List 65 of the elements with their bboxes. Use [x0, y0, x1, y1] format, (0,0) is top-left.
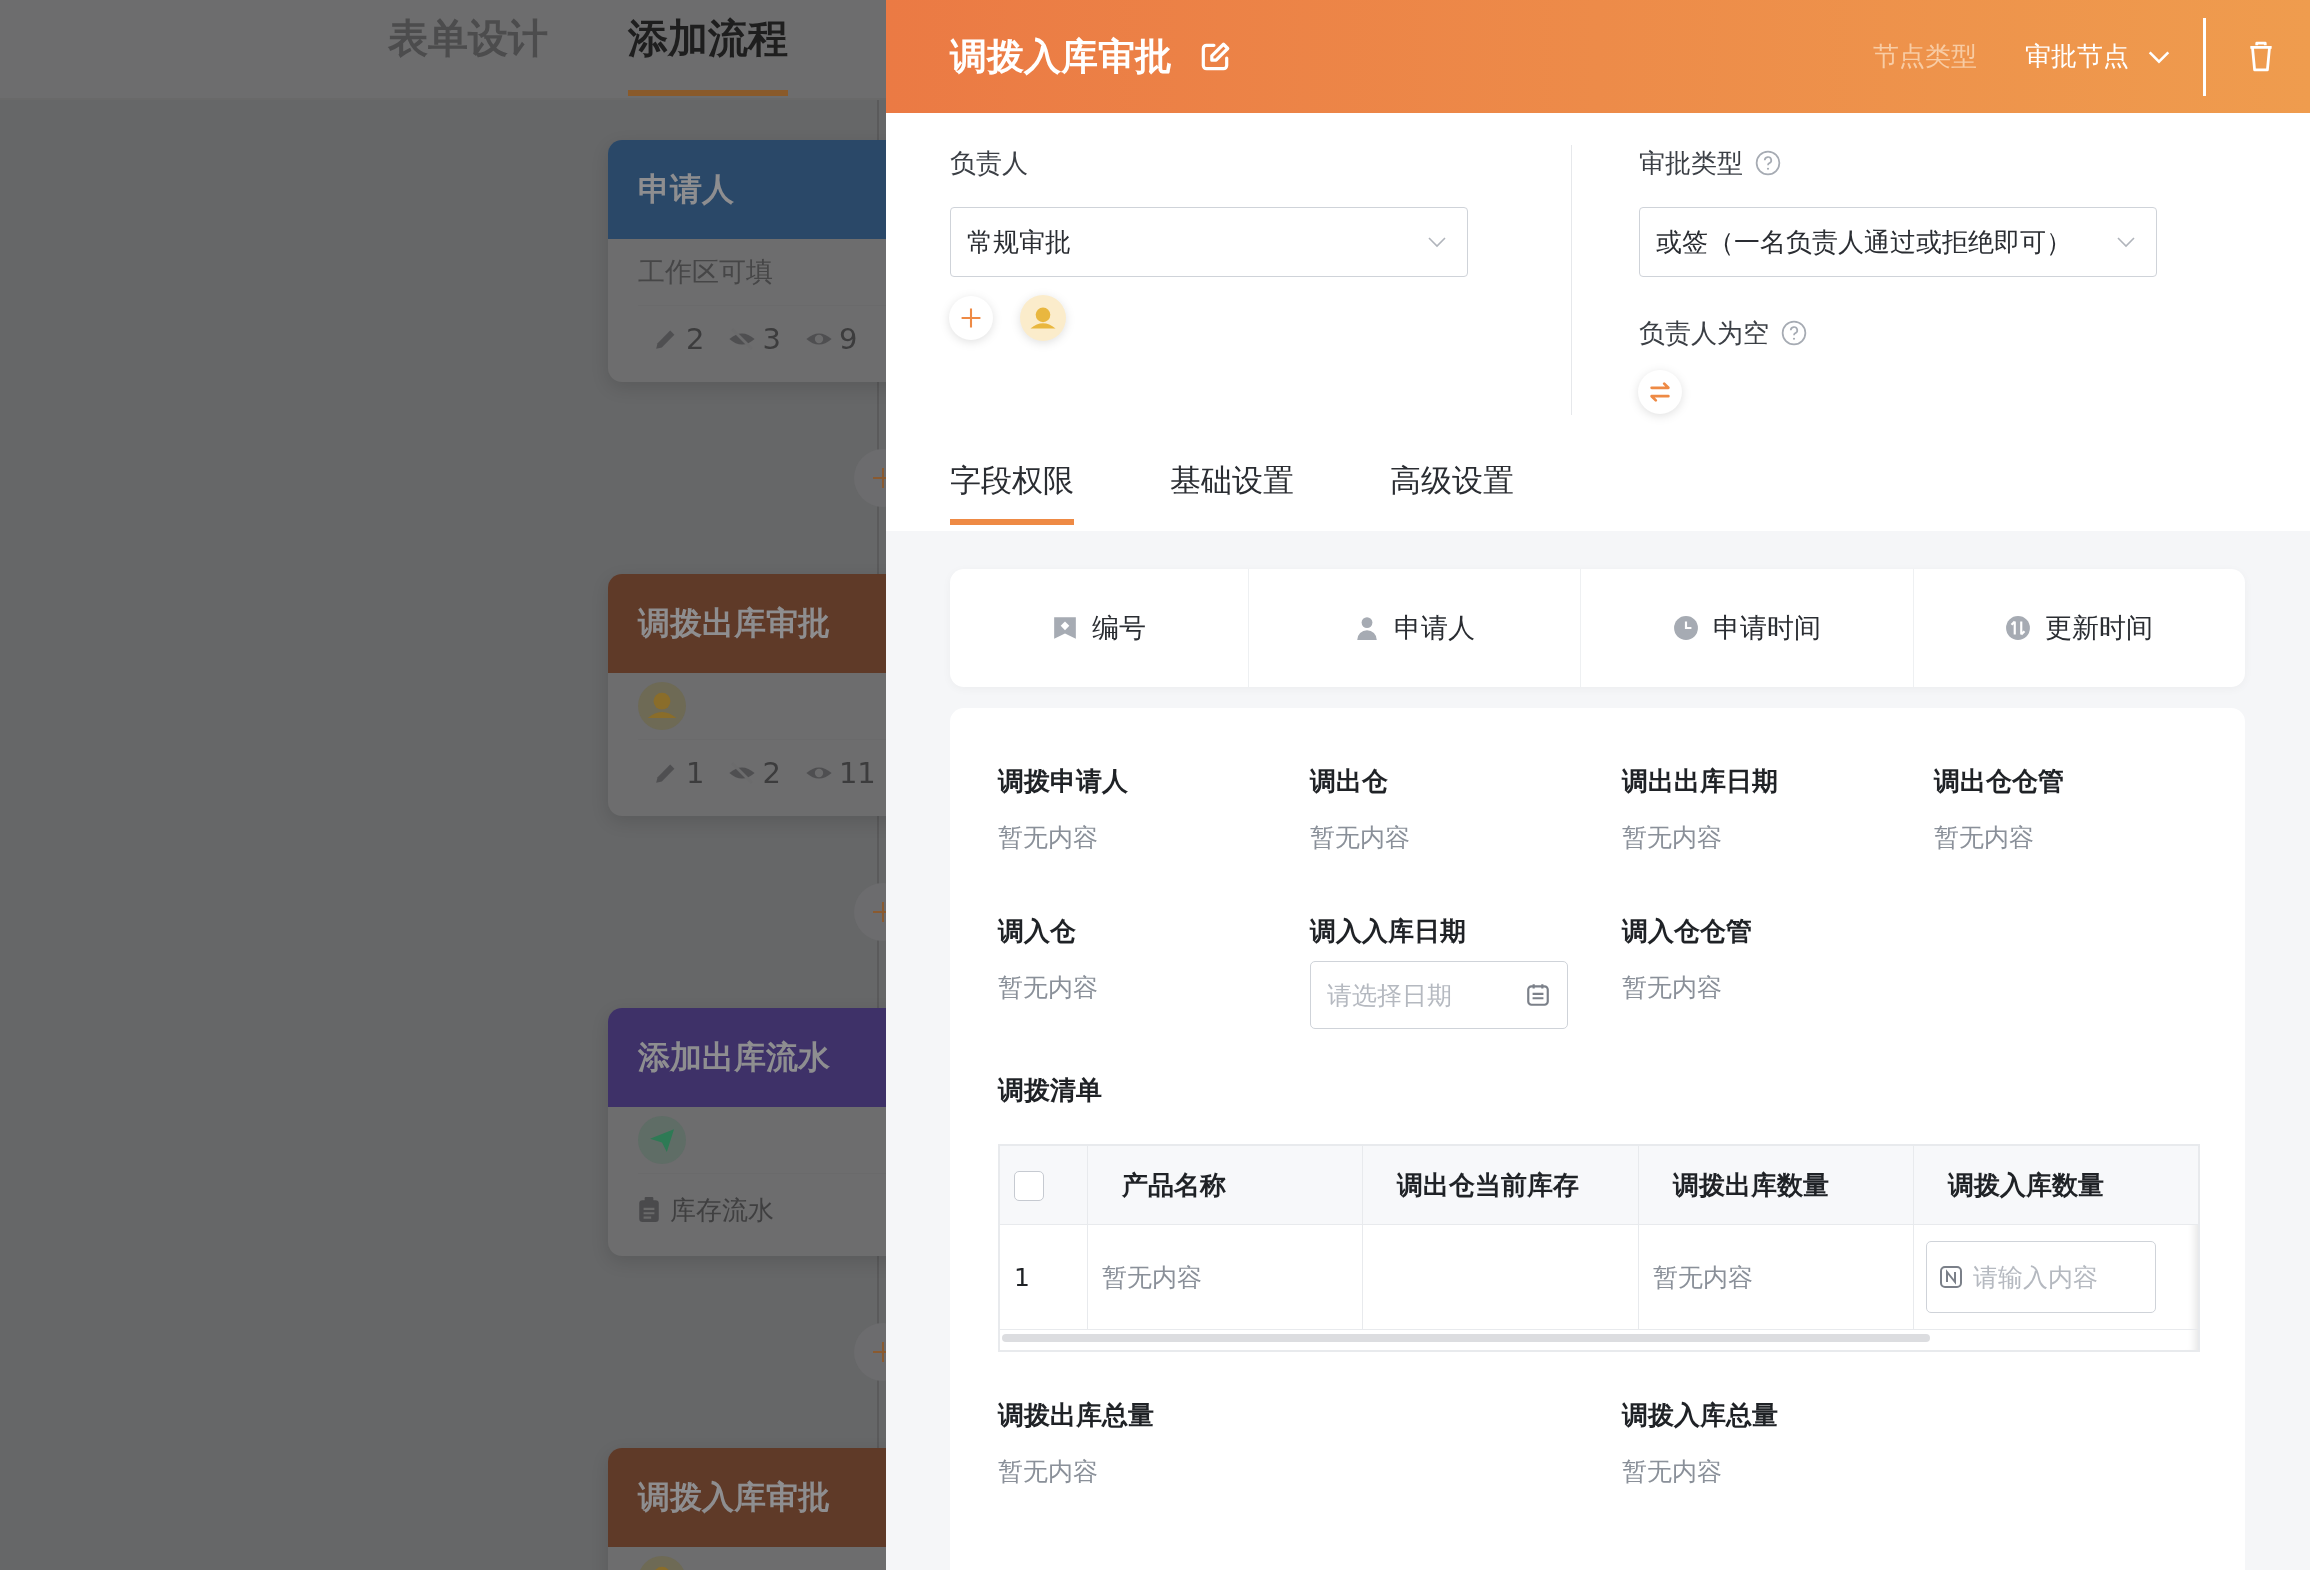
field-label: 负责人	[950, 146, 1029, 180]
tab[interactable]: 字段权限	[950, 455, 1074, 525]
field-label: 调拨申请人	[998, 765, 1129, 798]
checkbox[interactable]	[1014, 1170, 1044, 1201]
chevron-down-icon	[2116, 236, 2136, 248]
table-cell: 暂无内容	[1652, 1262, 1753, 1292]
column-header: 调拨出库数量	[1638, 1146, 1914, 1225]
row-number: 1	[1000, 1224, 1088, 1330]
field-label: 负责人为空	[1639, 316, 1769, 350]
clipboard-icon	[638, 1197, 660, 1223]
field-label: 调入仓仓管	[1622, 915, 1753, 948]
chevron-down-icon	[1427, 236, 1447, 248]
tab[interactable]: 基础设置	[1170, 455, 1294, 523]
field-label: 调出仓仓管	[1934, 765, 2065, 798]
node-type-dropdown[interactable]: 审批节点	[2025, 39, 2171, 74]
system-field: 编号	[1092, 610, 1147, 646]
node-title: 调拨入库审批	[950, 33, 1172, 80]
table-cell: 暂无内容	[1101, 1262, 1202, 1292]
column-header: 调拨入库数量	[1913, 1146, 2198, 1225]
field-value: 暂无内容	[1310, 822, 1411, 854]
field-value: 暂无内容	[998, 972, 1099, 1004]
node-title: 调拨出库审批	[608, 574, 886, 673]
number-input[interactable]: 请输入内容	[1926, 1241, 2157, 1313]
field-label: 调出出库日期	[1622, 765, 1779, 798]
node-type-label: 节点类型	[1873, 40, 1977, 73]
assignee-select[interactable]: 常规审批	[950, 207, 1468, 277]
field-label: 调入入库日期	[1310, 915, 1467, 948]
node-title: 添加出库流水	[608, 1008, 886, 1107]
node-title: 申请人	[608, 140, 886, 239]
tag-icon	[1052, 615, 1079, 641]
field-value: 暂无内容	[998, 1456, 1099, 1488]
avatar-icon	[638, 682, 686, 730]
field-label: 调出仓	[1310, 765, 1389, 798]
field-label: 调入仓	[998, 915, 1077, 948]
field-label: 调拨入库总量	[1622, 1399, 1779, 1432]
help-icon[interactable]	[1755, 150, 1781, 176]
approval-type-select[interactable]: 或签（一名负责人通过或拒绝即可）	[1639, 207, 2157, 277]
column-header: 产品名称	[1087, 1146, 1363, 1225]
system-field: 申请人	[1394, 610, 1476, 646]
avatar-icon	[1020, 295, 1066, 341]
field-value: 暂无内容	[1934, 822, 2035, 854]
field-value: 暂无内容	[998, 822, 1099, 854]
paper-plane-icon	[638, 1116, 686, 1164]
field-value: 暂无内容	[1622, 972, 1723, 1004]
system-field: 申请时间	[1713, 610, 1822, 646]
chevron-down-icon	[2147, 49, 2171, 64]
field-label: 调拨出库总量	[998, 1399, 1155, 1432]
field-label: 审批类型	[1639, 146, 1743, 180]
sort-icon	[2005, 615, 2032, 641]
field-value: 暂无内容	[1622, 822, 1723, 854]
column-header: 调出仓当前库存	[1362, 1146, 1639, 1225]
date-field[interactable]: 请选择日期	[1310, 961, 1568, 1029]
number-icon	[1939, 1265, 1964, 1289]
clock-icon	[1673, 615, 1700, 641]
field-value: 暂无内容	[1622, 1456, 1723, 1488]
node-card[interactable]: 调拨入库审批	[608, 1448, 886, 1570]
tab[interactable]: 高级设置	[1390, 455, 1514, 523]
tab[interactable]: 添加流程	[628, 0, 788, 96]
trash-icon[interactable]	[2248, 40, 2274, 73]
node-title: 调拨入库审批	[608, 1448, 886, 1547]
section-title: 调拨清单	[998, 1074, 1103, 1107]
calendar-icon	[1525, 982, 1551, 1008]
help-icon[interactable]	[1781, 320, 1807, 346]
system-field: 更新时间	[2045, 610, 2154, 646]
scrollbar[interactable]	[1002, 1334, 1930, 1342]
